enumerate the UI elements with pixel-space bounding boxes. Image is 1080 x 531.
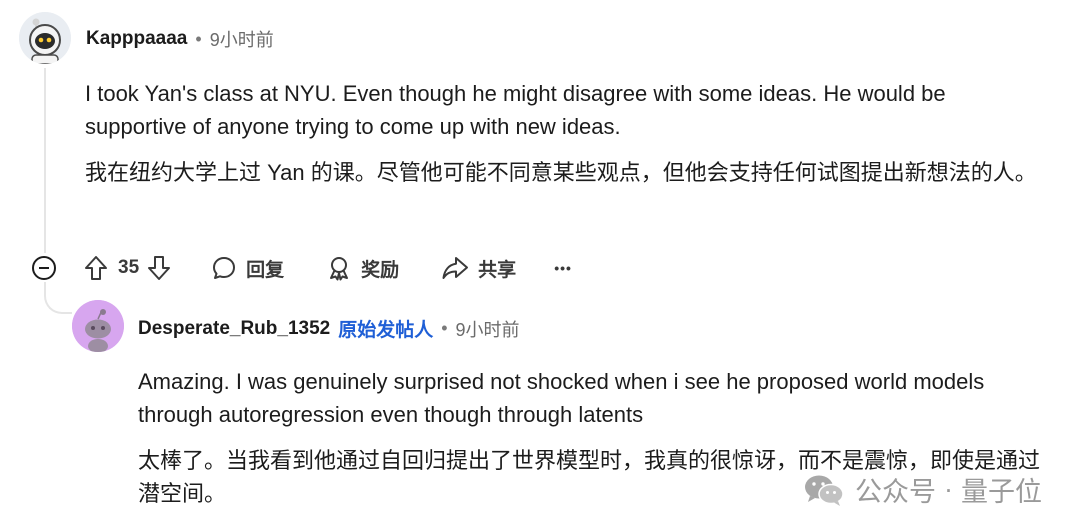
ellipsis-icon: •••: [554, 260, 572, 276]
timestamp[interactable]: 9小时前: [456, 316, 520, 342]
op-badge: 原始发帖人: [338, 320, 434, 341]
username[interactable]: Kapppaaaa: [86, 28, 187, 50]
snoo-avatar-icon: [72, 300, 124, 352]
share-button[interactable]: 共享: [441, 255, 516, 282]
downvote-arrow-icon: [148, 256, 171, 280]
wechat-icon: [805, 475, 844, 506]
comment-body-zh: 我在纽约大学上过 Yan 的课。尽管他可能不同意某些观点，但他会支持任何试图提出…: [85, 160, 1037, 185]
comment-header: Desperate_Rub_1352 原始发帖人 • 9小时前: [138, 315, 520, 342]
collapse-thread-button[interactable]: [32, 256, 56, 280]
reply-label: 回复: [246, 259, 285, 281]
vote-count: 35: [118, 257, 140, 278]
avatar[interactable]: [72, 300, 124, 352]
reply-button[interactable]: 回复: [211, 255, 284, 282]
comment-action-bar: 35 回复 奖励 共享 •••: [32, 250, 572, 286]
downvote-button[interactable]: [147, 255, 171, 281]
minus-icon: [39, 267, 49, 269]
upvote-button[interactable]: [84, 255, 108, 281]
watermark-text: 公众号: [855, 477, 936, 507]
upvote-arrow-icon: [85, 256, 107, 280]
watermark-brand: 量子位: [961, 477, 1042, 507]
watermark-separator: ·: [944, 474, 953, 504]
comment-body-en: I took Yan's class at NYU. Even though h…: [85, 81, 946, 139]
more-options-button[interactable]: •••: [554, 260, 572, 276]
separator-dot: •: [195, 28, 202, 49]
astronaut-avatar-icon: [19, 12, 71, 64]
share-arrow-icon: [442, 257, 469, 279]
watermark: 公众号 · 量子位: [803, 470, 1042, 509]
username[interactable]: Desperate_Rub_1352: [138, 318, 330, 340]
share-label: 共享: [478, 259, 517, 281]
award-ribbon-icon: [330, 257, 349, 281]
avatar[interactable]: [19, 12, 71, 64]
award-button[interactable]: 奖励: [326, 255, 399, 282]
timestamp[interactable]: 9小时前: [210, 26, 274, 52]
chat-bubble-icon: [213, 257, 236, 279]
comment-body-en: Amazing. I was genuinely surprised not s…: [138, 369, 985, 427]
award-label: 奖励: [361, 259, 400, 281]
reply-connector: [44, 282, 72, 314]
comment-header: Kapppaaaa • 9小时前: [86, 26, 274, 52]
thread-line: [44, 68, 46, 253]
separator-dot: •: [441, 318, 448, 338]
